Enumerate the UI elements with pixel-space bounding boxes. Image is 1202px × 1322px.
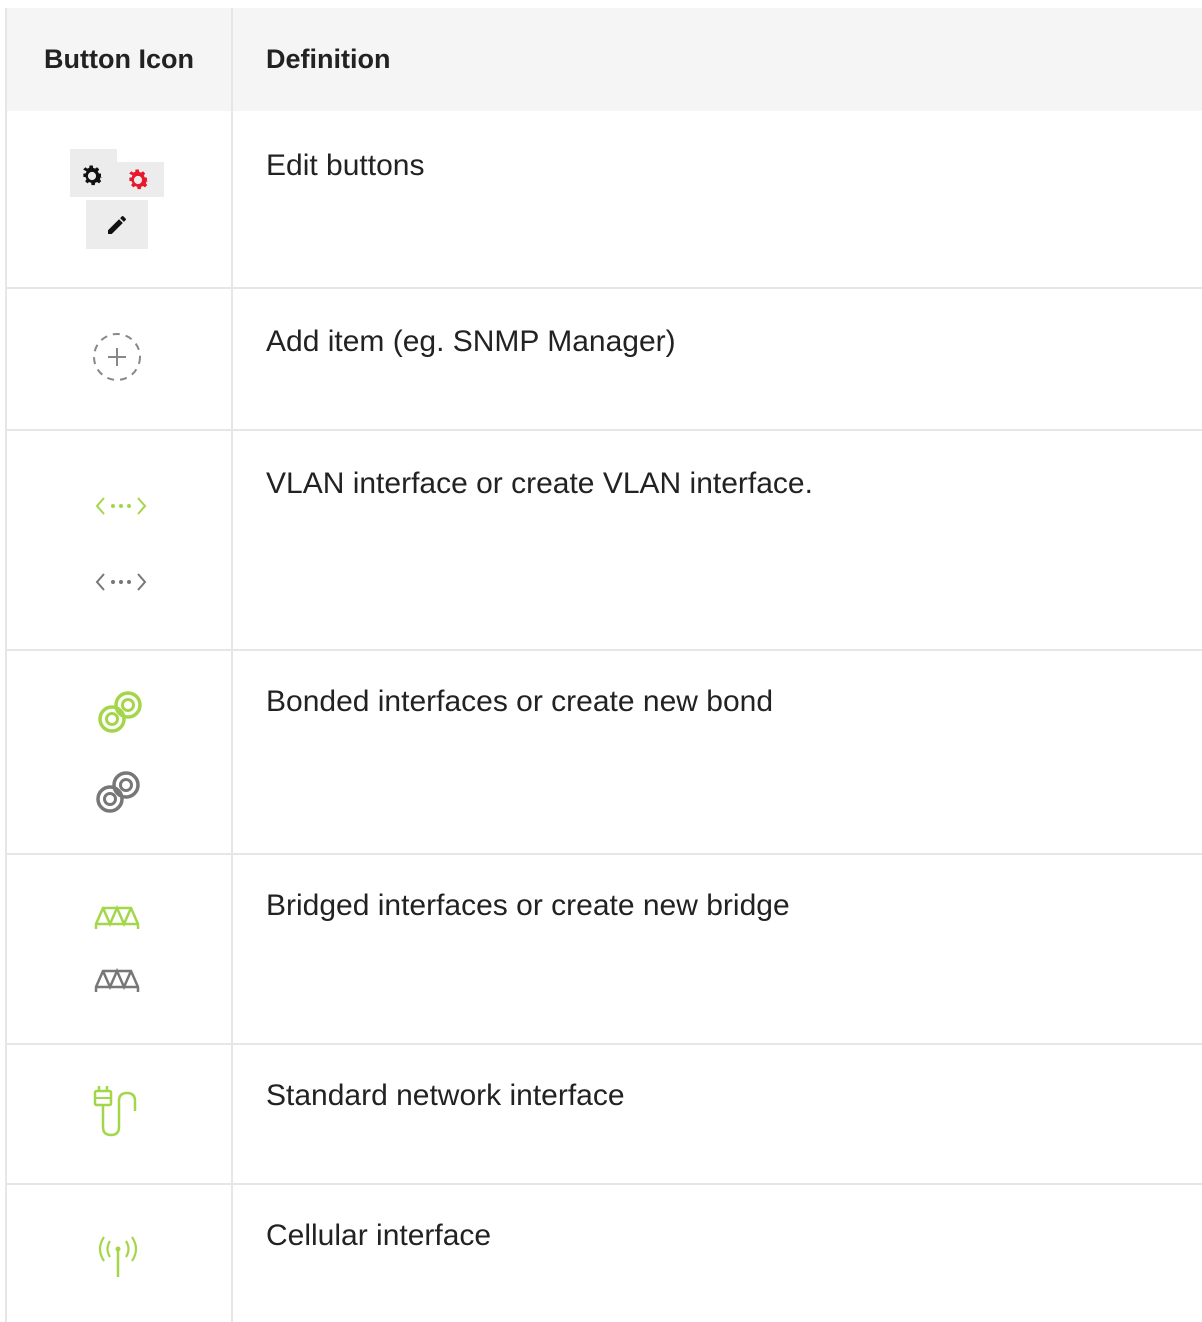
definition-text: Cellular interface	[266, 1219, 492, 1252]
network-plug-icon[interactable]	[91, 1083, 143, 1141]
table-row: Edit buttons	[7, 111, 1202, 289]
definition-text: Edit buttons	[266, 149, 425, 182]
table-row: Bridged interfaces or create new bridge	[7, 855, 1202, 1045]
definition-text: Standard network interface	[266, 1079, 625, 1112]
pencil-icon[interactable]	[105, 213, 129, 237]
definition-text: Add item (eg. SNMP Manager)	[266, 325, 676, 358]
table-row: Standard network interface	[7, 1045, 1202, 1185]
icon-cell	[7, 431, 231, 649]
bridge-icon[interactable]	[93, 965, 141, 995]
icon-cell	[7, 1045, 231, 1183]
icon-cell	[7, 1185, 231, 1322]
icon-legend-table: Button Icon Definition Edit buttons Add …	[5, 8, 1202, 1322]
vlan-icon[interactable]	[95, 494, 147, 518]
table-row: Add item (eg. SNMP Manager)	[7, 289, 1202, 431]
table-row: Bonded interfaces or create new bond	[7, 651, 1202, 855]
icon-cell	[7, 111, 231, 287]
bond-icon[interactable]	[93, 767, 143, 817]
bridge-icon[interactable]	[93, 902, 141, 932]
table-row: Cellular interface	[7, 1185, 1202, 1322]
header-definition: Definition	[266, 44, 391, 74]
icon-cell	[7, 855, 231, 1043]
table-row: VLAN interface or create VLAN interface.	[7, 431, 1202, 651]
icon-cell	[7, 289, 231, 429]
gear-icon[interactable]	[124, 166, 152, 194]
table-header: Button Icon Definition	[7, 8, 1202, 111]
definition-text: Bonded interfaces or create new bond	[266, 685, 773, 718]
gear-icon[interactable]	[78, 162, 106, 190]
definition-text: Bridged interfaces or create new bridge	[266, 889, 790, 922]
icon-cell	[7, 651, 231, 853]
cellular-antenna-icon[interactable]	[93, 1231, 143, 1281]
column-divider	[231, 8, 233, 1322]
add-circle-icon[interactable]	[91, 331, 143, 383]
definition-text: VLAN interface or create VLAN interface.	[266, 467, 813, 500]
vlan-icon[interactable]	[95, 570, 147, 594]
header-button-icon: Button Icon	[44, 44, 194, 74]
bond-icon[interactable]	[95, 687, 145, 737]
